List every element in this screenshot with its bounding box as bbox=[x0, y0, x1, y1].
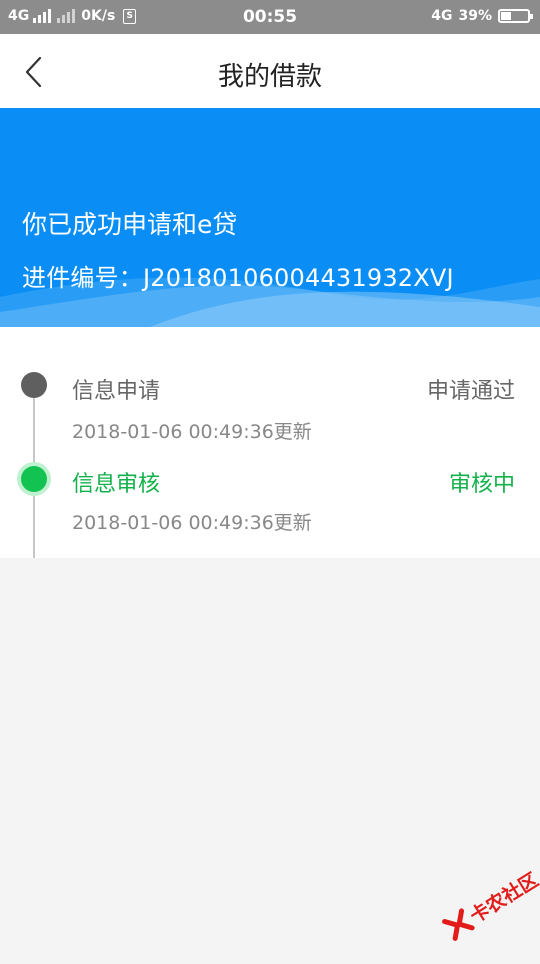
step-dot-active bbox=[21, 466, 47, 492]
app-header: 我的借款 bbox=[0, 34, 540, 108]
step-status-active: 审核中 bbox=[448, 472, 515, 497]
status-banner: 你已成功申请和e贷 进件编号：J20180106004431932XVJ bbox=[0, 108, 540, 327]
application-number: J20180106004431932XVJ bbox=[143, 264, 454, 292]
watermark-text: 卡农社区 bbox=[466, 868, 540, 928]
application-number-label: 进件编号： bbox=[22, 264, 143, 292]
step-status: 申请通过 bbox=[426, 379, 515, 404]
step-time-active: 2018-01-06 00:49:36更新 bbox=[72, 512, 312, 534]
step-name-active: 信息审核 bbox=[72, 472, 161, 497]
step-dot-completed bbox=[21, 372, 47, 398]
battery-level bbox=[501, 12, 512, 20]
step-time: 2018-01-06 00:49:36更新 bbox=[72, 421, 312, 443]
network-type-2: 4G bbox=[431, 8, 453, 24]
application-number-row: 进件编号：J20180106004431932XVJ bbox=[22, 258, 454, 293]
battery-icon bbox=[498, 9, 533, 23]
progress-timeline: 信息申请 申请通过 2018-01-06 00:49:36更新 信息审核 审核中… bbox=[0, 327, 540, 558]
watermark: 卡农社区 bbox=[428, 854, 540, 964]
page-title: 我的借款 bbox=[217, 62, 322, 92]
status-right: 4G 39% bbox=[431, 8, 533, 24]
banner-title: 你已成功申请和e贷 bbox=[22, 210, 238, 239]
step-name: 信息申请 bbox=[72, 379, 161, 404]
battery-percent: 39% bbox=[458, 8, 492, 24]
status-bar: 4G 0K/s S 00:55 4G 39% bbox=[0, 0, 540, 34]
